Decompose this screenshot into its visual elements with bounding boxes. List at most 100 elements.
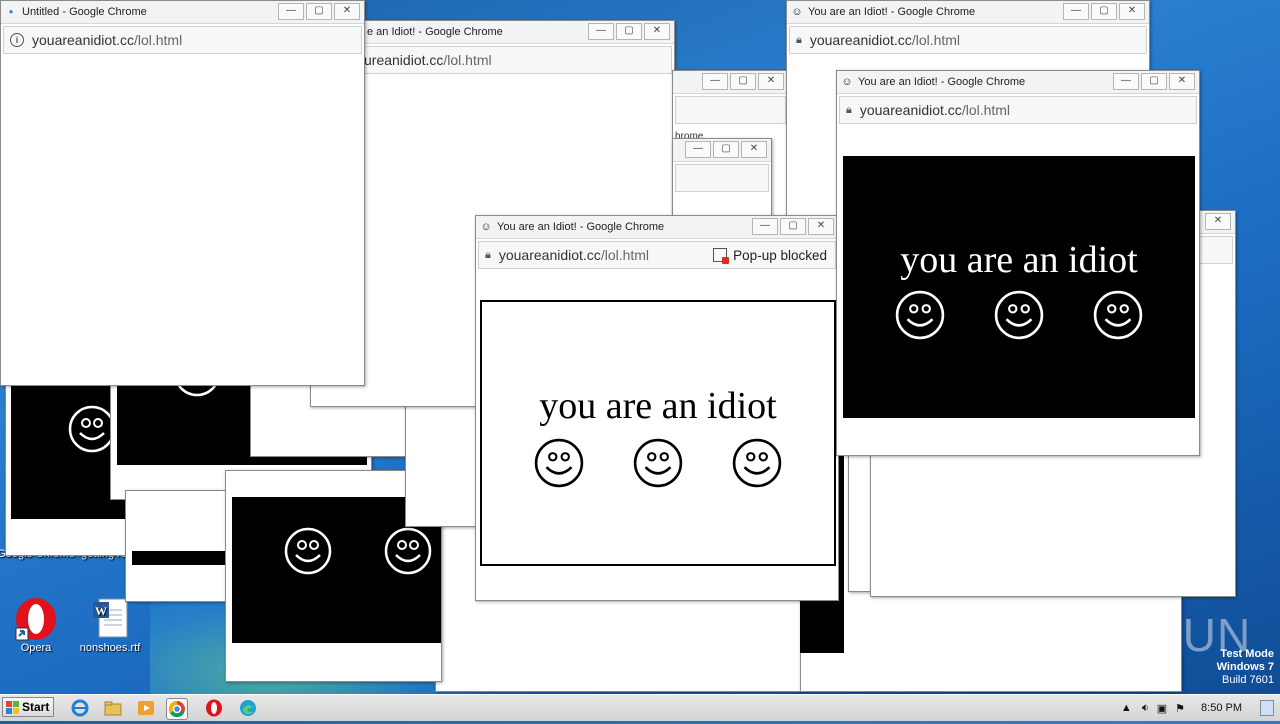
windows-logo-icon (6, 700, 19, 714)
smiley-icon (68, 405, 116, 453)
minimize-button[interactable]: — (702, 73, 728, 90)
edge-icon[interactable] (238, 698, 258, 718)
url-host: youareanidiot.cc (32, 32, 134, 48)
url-path: /lol.html (961, 102, 1011, 118)
title-bar[interactable]: ☺ You are an Idiot! - Google Chrome — ▢ … (476, 216, 838, 239)
lock-icon: 🔒︎ (485, 248, 491, 261)
address-bar[interactable]: i youareanidiot.cc/lol.html (3, 26, 362, 54)
flag-icon[interactable]: ⚑ (1175, 702, 1185, 715)
popup-window[interactable] (125, 490, 232, 602)
popup-window-right[interactable]: ☺ You are an Idiot! - Google Chrome — ▢ … (836, 70, 1200, 456)
minimize-button[interactable]: — (685, 141, 711, 158)
maximize-button[interactable]: ▢ (1141, 73, 1167, 90)
info-icon: i (10, 33, 24, 47)
idiot-message: you are an idiot (900, 239, 1138, 281)
window-title: You are an Idiot! - Google Chrome (858, 76, 1026, 88)
desktop-icon-opera[interactable]: Opera (0, 596, 76, 654)
maximize-button[interactable]: ▢ (730, 73, 756, 90)
popup-blocked-icon (713, 248, 730, 264)
close-button[interactable]: ✕ (1205, 213, 1231, 230)
address-bar[interactable]: 🔒︎ youareanidiot.cc/lol.html Pop-up bloc… (478, 241, 836, 269)
show-desktop-button[interactable] (1260, 700, 1274, 716)
start-button[interactable]: Start (2, 697, 54, 717)
close-button[interactable]: ✕ (1169, 73, 1195, 90)
url-host: youareanidiot.cc (859, 102, 962, 118)
window-controls: — ▢ ✕ (586, 23, 670, 40)
maximize-button[interactable]: ▢ (713, 141, 739, 158)
minimize-button[interactable]: — (278, 3, 304, 20)
volume-icon[interactable]: 🔉︎ (1142, 702, 1149, 715)
close-button[interactable]: ✕ (758, 73, 784, 90)
address-bar[interactable] (675, 164, 769, 192)
lock-icon: 🔒︎ (846, 103, 852, 116)
address-bar[interactable]: ureanidiot.cc/lol.html (313, 46, 672, 74)
close-button[interactable]: ✕ (741, 141, 767, 158)
title-bar[interactable]: ☺ You are an Idiot! - Google Chrome — ▢ … (837, 71, 1199, 94)
popup-blocked-indicator[interactable]: Pop-up blocked (713, 247, 827, 264)
url-host: ureanidiot.cc (364, 52, 444, 68)
windows-version-line: Windows 7 (1216, 661, 1274, 673)
network-icon[interactable]: ▣ (1157, 702, 1167, 715)
title-bar[interactable]: ● Untitled - Google Chrome — ▢ ✕ (1, 1, 364, 24)
close-button[interactable]: ✕ (1119, 3, 1145, 20)
popup-window-untitled[interactable]: ● Untitled - Google Chrome — ▢ ✕ i youar… (0, 0, 365, 386)
maximize-button[interactable]: ▢ (1091, 3, 1117, 20)
idiot-content: you are an idiot (480, 300, 836, 566)
smiley-favicon: ☺ (480, 221, 492, 233)
maximize-button[interactable]: ▢ (616, 23, 642, 40)
start-label: Start (22, 700, 50, 714)
title-bar[interactable]: — ▢ ✕ (673, 71, 788, 94)
popup-blocked-label: Pop-up blocked (733, 247, 827, 263)
lock-icon: 🔒︎ (796, 33, 802, 46)
minimize-button[interactable]: — (1063, 3, 1089, 20)
minimize-button[interactable]: — (1113, 73, 1139, 90)
test-mode-line: Test Mode (1220, 648, 1274, 660)
desktop-icon-label: Opera (20, 642, 52, 654)
title-bar[interactable]: ☺ You are an Idiot! - Google Chrome — ▢ … (787, 1, 1149, 24)
url-host: youareanidiot.cc (809, 32, 912, 48)
window-controls: — ▢ ✕ (700, 73, 784, 90)
media-player-icon[interactable] (136, 698, 156, 718)
smiley-icon (384, 527, 432, 575)
window-controls: — ▢ ✕ (1061, 3, 1145, 20)
smiley-icon (284, 527, 332, 575)
url-path: /lol.html (443, 52, 492, 68)
title-bar[interactable]: e an Idiot! - Google Chrome — ▢ ✕ (311, 21, 674, 44)
window-controls: ✕ (1203, 213, 1231, 230)
url-path: /lol.html (911, 32, 961, 48)
address-bar[interactable] (675, 96, 786, 124)
minimize-button[interactable]: — (588, 23, 614, 40)
smiley-icon (994, 290, 1044, 340)
popup-window-center[interactable]: ☺ You are an Idiot! - Google Chrome — ▢ … (475, 215, 839, 601)
close-button[interactable]: ✕ (334, 3, 360, 20)
address-bar[interactable]: 🔒︎ youareanidiot.cc/lol.html (789, 26, 1147, 54)
minimize-button[interactable]: — (752, 218, 778, 235)
maximize-button[interactable]: ▢ (306, 3, 332, 20)
svg-text:W: W (95, 604, 107, 618)
desktop-icon-word[interactable]: W nonshoes.rtf (70, 596, 150, 654)
explorer-icon[interactable] (103, 698, 123, 718)
clock[interactable]: 8:50 PM (1201, 702, 1242, 714)
smiley-icon (1093, 290, 1142, 340)
address-bar[interactable]: 🔒︎ youareanidiot.cc/lol.html (839, 96, 1197, 124)
url-host: youareanidiot.cc (498, 247, 601, 263)
close-button[interactable]: ✕ (808, 218, 834, 235)
smiley-icon (633, 438, 683, 488)
show-hidden-icons-icon[interactable]: ▲ (1121, 702, 1132, 714)
black-strip (132, 551, 226, 565)
close-button[interactable]: ✕ (644, 23, 670, 40)
page-favicon: ● (8, 7, 14, 16)
chrome-icon[interactable] (166, 698, 188, 720)
desktop-icon-label: nonshoes.rtf (79, 642, 141, 654)
ie-icon[interactable] (70, 698, 90, 718)
taskbar: Start ▲ 🔉︎ ▣ ⚑ 8:50 PM (0, 694, 1280, 721)
opera-icon[interactable] (204, 698, 224, 718)
maximize-button[interactable]: ▢ (780, 218, 806, 235)
window-title: You are an Idiot! - Google Chrome (808, 6, 976, 18)
smiley-icon (732, 438, 781, 488)
popup-window[interactable]: — ▢ ✕ (672, 138, 772, 220)
system-tray: ▲ 🔉︎ ▣ ⚑ 8:50 PM (1121, 697, 1274, 719)
window-title: You are an Idiot! - Google Chrome (497, 221, 665, 233)
smiley-icon (535, 438, 584, 488)
title-bar[interactable]: — ▢ ✕ (673, 139, 771, 162)
